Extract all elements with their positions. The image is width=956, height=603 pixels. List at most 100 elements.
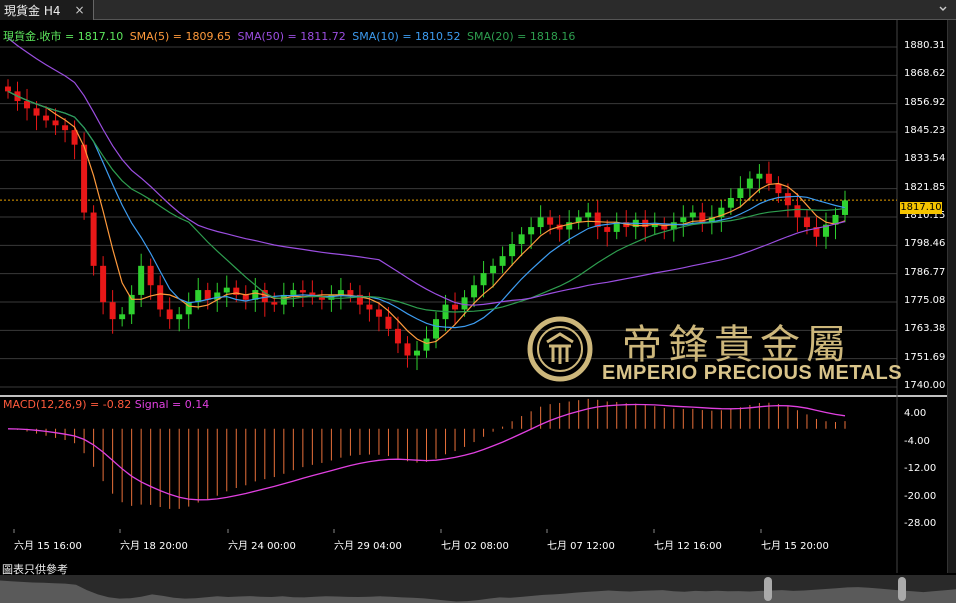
candle-body [803,217,810,228]
candle-body [604,227,611,232]
time-tick-label: 七月 02 08:00 [441,541,509,552]
macd-tick-label: -28.00 [904,518,937,529]
sma50-line [7,37,846,306]
candle-body [413,350,420,356]
candle-body [537,217,544,228]
chart-tab[interactable]: 現貨金 H4 × [0,0,94,20]
scroll-handle-right[interactable] [898,577,906,601]
candle-body [509,244,516,257]
price-tick-label: 1833.54 [904,153,946,165]
time-tick-label: 六月 18 20:00 [120,541,188,552]
legend-signal: Signal = 0.14 [134,398,210,411]
title-bar: 現貨金 H4 × [0,0,956,20]
candle-body [528,227,535,235]
candle-body [433,319,440,339]
candle-body [794,205,801,218]
price-legend: 現貨金.收市 = 1817.10 SMA(5) = 1809.65 SMA(50… [3,28,578,44]
candle-body [100,265,107,303]
candle-body [518,234,525,245]
candle-body [461,297,468,310]
candle-body [585,212,592,218]
logo-emblem-icon [527,316,593,382]
time-tick-label: 六月 15 16:00 [14,541,82,552]
candle-body [490,265,497,274]
candle-body [775,183,782,194]
candle-body [119,314,126,320]
candle-body [157,285,164,310]
minimize-icon[interactable] [938,4,948,14]
candle-body [547,217,554,225]
sma20-line [7,90,846,313]
candle-body [223,287,230,293]
legend-close: 現貨金.收市 = 1817.10 [3,30,124,43]
candle-body [737,188,744,198]
price-tick-label: 1880.31 [904,40,946,51]
price-tick-label: 1763.38 [904,323,946,335]
price-tick-label: 1775.08 [904,294,946,306]
price-tick-label: 1821.85 [904,181,946,193]
candle-body [109,302,116,320]
candle-body [290,290,297,295]
scroll-handle-left[interactable] [764,577,772,601]
candle-body [680,217,687,223]
macd-legend: MACD(12,26,9) = -0.82 Signal = 0.14 [3,398,209,411]
candle-body [43,115,50,121]
candle-body [727,197,734,208]
candle-body [756,173,763,179]
candle-body [33,108,40,116]
price-tick-label: 1845.23 [904,125,946,136]
candle-body [452,304,459,310]
macd-tick-label: 4.00 [904,408,927,419]
candle-body [62,125,69,131]
price-tick-label: 1786.77 [904,266,946,278]
candle-body [784,193,791,206]
time-tick-label: 六月 29 04:00 [334,541,402,552]
candle-body [765,173,772,184]
time-tick-label: 六月 24 00:00 [228,541,296,552]
legend-macd: MACD(12,26,9) = -0.82 [3,398,132,411]
candle-body [423,338,430,351]
price-tick-label: 1751.69 [904,351,946,363]
price-tick-label: 1798.46 [904,238,946,250]
candle-body [366,304,373,310]
candle-body [166,309,173,320]
close-icon[interactable]: × [74,3,84,17]
candle-body [5,86,11,92]
candle-body [337,290,344,295]
candle-body [138,265,145,295]
vertical-scrollbar[interactable] [947,20,956,573]
candle-body [147,265,154,286]
candle-body [242,294,249,300]
candle-body [375,309,382,317]
legend-sma5: SMA(5) = 1809.65 [129,30,231,43]
candle-body [471,285,478,298]
macd-tick-label: -12.00 [904,463,937,474]
candle-body [299,290,306,293]
legend-sma10: SMA(10) = 1810.52 [352,30,461,43]
price-tick-label: 1856.92 [904,96,946,108]
candle-body [480,273,487,286]
candle-body [90,212,97,266]
time-tick-label: 七月 12 16:00 [654,541,722,552]
macd-tick-label: -20.00 [904,490,937,502]
candle-body [52,120,59,126]
price-chart[interactable] [0,20,948,573]
legend-sma20: SMA(20) = 1818.16 [467,30,576,43]
current-price-tag: 1817.10 [900,202,942,214]
candle-body [689,212,696,218]
legend-sma50: SMA(50) = 1811.72 [237,30,346,43]
candle-body [24,101,31,109]
candle-body [404,343,411,356]
horizontal-scrollbar[interactable] [0,575,956,603]
chart-tab-title: 現貨金 H4 [4,3,61,18]
candle-body [394,328,401,344]
candle-body [176,314,183,320]
candle-body [385,316,392,329]
price-tick-label: 1868.62 [904,68,946,80]
price-tick-label: 1740.00 [904,380,946,391]
logo-english-text: EMPERIO PRECIOUS METALS [602,362,903,384]
macd-tick-label: -4.00 [904,435,930,447]
candle-body [204,290,211,300]
candle-body [347,290,354,295]
candle-body [128,294,135,315]
